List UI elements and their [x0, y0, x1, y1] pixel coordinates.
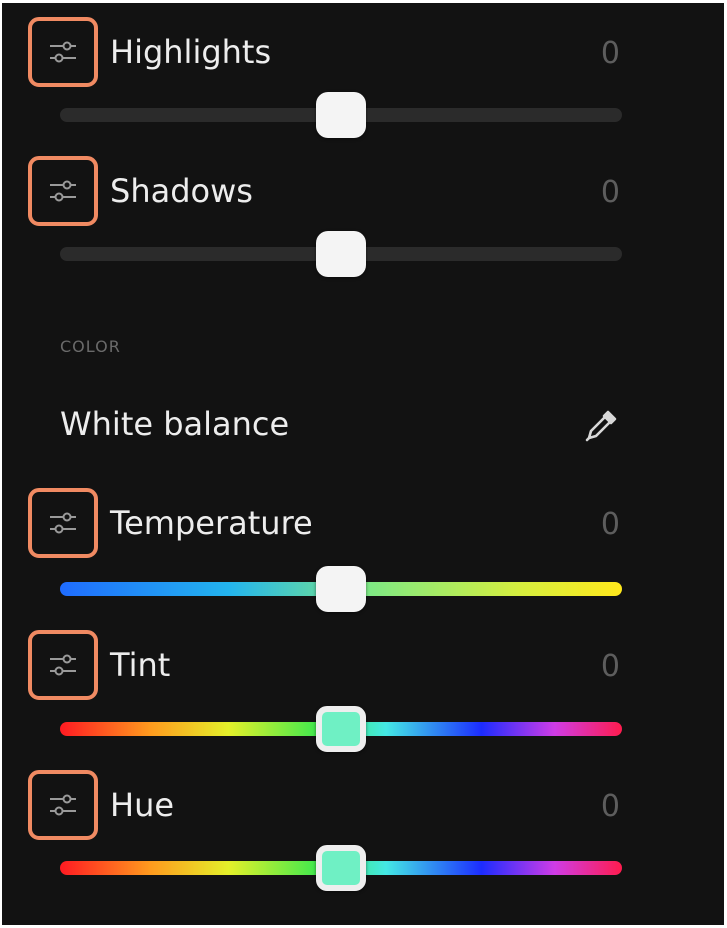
color-section-title: COLOR	[60, 337, 121, 356]
tint-slider[interactable]	[60, 706, 622, 752]
slider-thumb[interactable]	[316, 566, 366, 612]
hue-slider[interactable]	[60, 845, 622, 891]
tint-label: Tint	[110, 646, 171, 684]
temperature-label: Temperature	[110, 504, 313, 542]
slider-thumb[interactable]	[316, 92, 366, 138]
slider-thumb[interactable]	[316, 845, 366, 891]
temperature-value[interactable]: 0	[601, 507, 620, 543]
shadows-value[interactable]: 0	[601, 175, 620, 211]
slider-thumb[interactable]	[316, 231, 366, 277]
highlights-label: Highlights	[110, 33, 272, 71]
sliders-icon[interactable]	[28, 630, 98, 700]
hue-label: Hue	[110, 786, 175, 824]
eyedropper-icon[interactable]	[578, 403, 624, 449]
hue-row: Hue 0	[2, 770, 622, 840]
temperature-row: Temperature 0	[2, 488, 622, 558]
temperature-slider[interactable]	[60, 566, 622, 612]
sliders-icon[interactable]	[28, 17, 98, 87]
shadows-slider[interactable]	[60, 231, 622, 277]
white-balance-label: White balance	[60, 405, 290, 443]
slider-thumb[interactable]	[316, 706, 366, 752]
shadows-label: Shadows	[110, 172, 253, 210]
adjustments-panel: Highlights 0 Shadows 0 COLOR White balan…	[2, 3, 724, 925]
highlights-row: Highlights 0	[2, 17, 622, 87]
sliders-icon[interactable]	[28, 770, 98, 840]
hue-value[interactable]: 0	[601, 789, 620, 825]
sliders-icon[interactable]	[28, 488, 98, 558]
sliders-icon[interactable]	[28, 156, 98, 226]
shadows-row: Shadows 0	[2, 156, 622, 226]
highlights-slider[interactable]	[60, 92, 622, 138]
tint-row: Tint 0	[2, 630, 622, 700]
tint-value[interactable]: 0	[601, 649, 620, 685]
highlights-value[interactable]: 0	[601, 36, 620, 72]
